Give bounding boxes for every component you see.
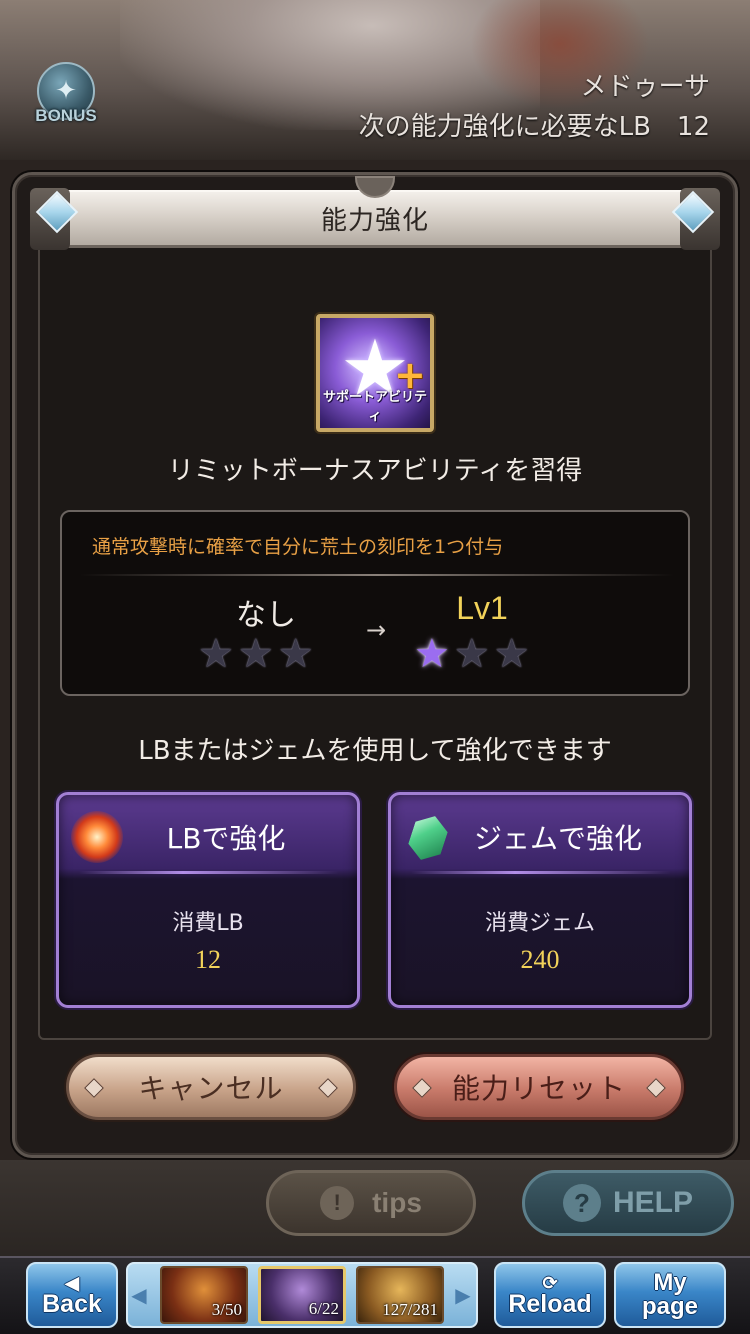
gem-cost-value: 240 (520, 945, 560, 974)
reload-label: Reload (508, 1289, 592, 1318)
empty-star-icon: ★ (277, 631, 314, 677)
reload-button[interactable]: ⟳ Reload (494, 1262, 606, 1328)
help-button[interactable]: ? HELP (522, 1170, 734, 1236)
enhance-with-gem-button[interactable]: ジェムで強化 消費ジェム 240 (388, 792, 692, 1008)
back-label: Back (42, 1289, 102, 1318)
current-level-stars: ★ ★ ★ (198, 632, 314, 676)
ability-description: 通常攻撃時に確率で自分に荒土の刻印を1つ付与 (92, 536, 504, 558)
scroll-left-icon[interactable]: ◀ (130, 1280, 148, 1310)
ap-resource[interactable]: 3/50 (160, 1266, 248, 1324)
enhance-with-lb-button[interactable]: LBで強化 消費LB 12 (56, 792, 360, 1008)
button-ornament (84, 1078, 104, 1098)
button-ornament (412, 1078, 432, 1098)
acquire-ability-text: リミットボーナスアビリティを習得 (167, 456, 583, 486)
bp-resource[interactable]: 6/22 (258, 1266, 346, 1324)
card-divider (411, 871, 671, 874)
lightbulb-icon: ! (320, 1186, 355, 1220)
reload-icon: ⟳ (542, 1272, 558, 1293)
item-value: 127/281 (382, 1300, 438, 1319)
help-label: HELP (612, 1186, 693, 1219)
back-arrow-icon: ◀ (65, 1272, 79, 1293)
empty-star-icon: ★ (493, 631, 530, 677)
back-button[interactable]: ◀ Back (26, 1262, 118, 1328)
next-lb-requirement: 次の能力強化に必要なLB 12 (358, 112, 710, 142)
scroll-right-icon[interactable]: ▶ (454, 1280, 472, 1310)
character-name: メドゥーサ (580, 72, 710, 102)
gem-option-title: ジェムで強化 (473, 822, 642, 855)
item-resource[interactable]: 127/281 (356, 1266, 444, 1324)
bonus-label: BONUS (35, 106, 97, 125)
empty-star-icon: ★ (198, 631, 234, 677)
empty-star-icon: ★ (453, 631, 490, 677)
lb-cost-value: 12 (195, 945, 221, 974)
mypage-label: My page (641, 1269, 698, 1320)
empty-star-icon: ★ (237, 631, 274, 677)
dialog-title-banner: 能力強化 (62, 190, 688, 248)
card-divider (79, 871, 339, 874)
mypage-button[interactable]: My page (614, 1262, 726, 1328)
lb-cost-label: 消費LB (172, 911, 244, 936)
tips-label: tips (372, 1187, 422, 1218)
level-arrow: → (365, 616, 387, 644)
question-mark-icon: ? (562, 1184, 601, 1222)
ap-value: 3/50 (211, 1300, 242, 1319)
cancel-label: キャンセル (138, 1072, 284, 1105)
button-ornament (646, 1078, 666, 1098)
next-level-stars: ★ ★ ★ (414, 632, 530, 676)
ability-reset-label: 能力リセット (451, 1072, 626, 1105)
tips-button[interactable]: ! tips (266, 1170, 476, 1236)
current-level: なし (236, 598, 296, 633)
ability-reset-button[interactable]: 能力リセット (394, 1054, 684, 1120)
filled-star-icon: ★ (414, 631, 450, 677)
next-level: Lv1 (456, 590, 508, 626)
dialog-title: 能力強化 (320, 206, 429, 236)
enhance-method-text: LBまたはジェムを使用して強化できます (138, 736, 612, 766)
button-ornament (318, 1078, 338, 1098)
lb-option-title: LBで強化 (166, 822, 286, 855)
bp-value: 6/22 (308, 1299, 339, 1318)
description-divider (80, 574, 674, 576)
cancel-button[interactable]: キャンセル (66, 1054, 356, 1120)
ability-icon-caption: サポートアビリティ (322, 390, 427, 424)
bonus-badge[interactable]: ✦ BONUS (30, 62, 102, 134)
support-ability-icon: ★ + サポートアビリティ (316, 314, 434, 432)
gem-cost-label: 消費ジェム (484, 911, 595, 936)
